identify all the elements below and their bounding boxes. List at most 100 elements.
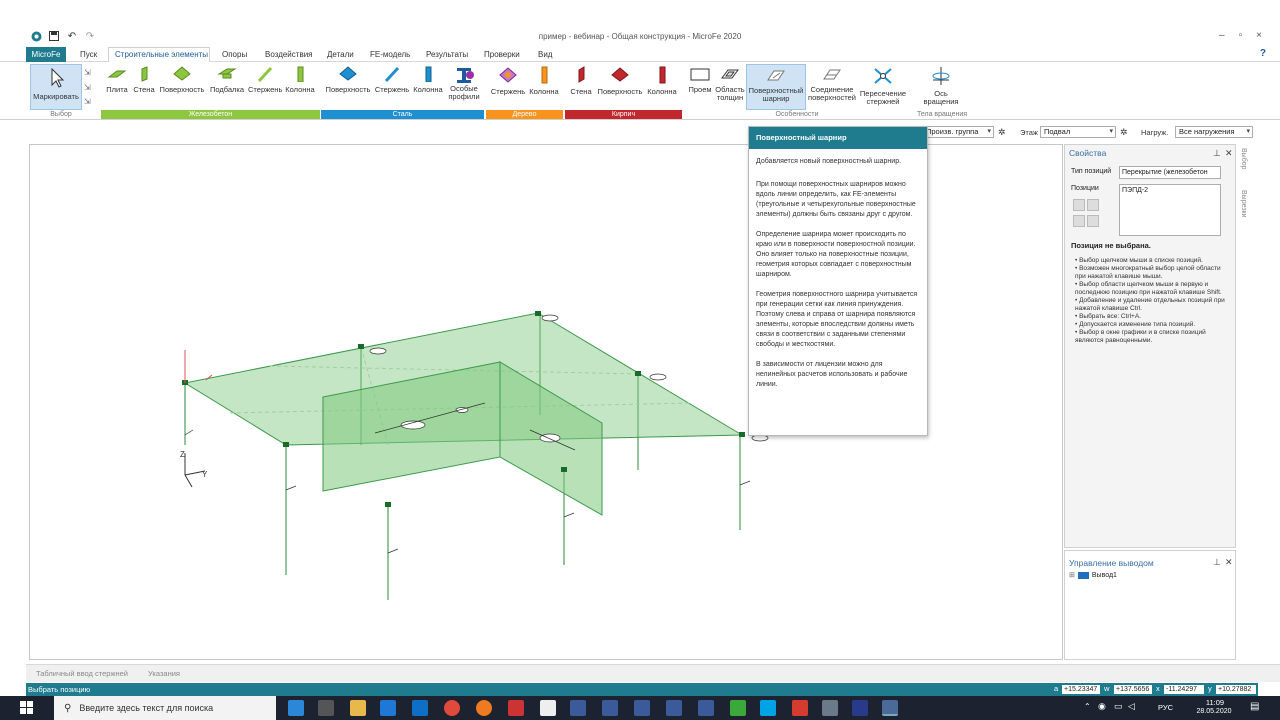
up-icon[interactable] <box>1073 215 1085 227</box>
side-tab-cuts[interactable]: Вырезки <box>1240 190 1247 218</box>
concrete-wall-button[interactable]: Стена <box>132 66 156 94</box>
floor-dropdown[interactable]: Подвал ▾ <box>1040 126 1116 138</box>
positions-list-item[interactable]: ПЭПД-2 <box>1122 187 1148 194</box>
select-window-icon[interactable]: ⇲ <box>84 83 91 92</box>
pin-icon[interactable]: ⊥ <box>1213 148 1221 159</box>
app-menu-button[interactable]: MicroFe <box>26 47 66 62</box>
menu-checks[interactable]: Проверки <box>484 50 520 59</box>
surface-join-button[interactable]: Соединение поверхностей <box>808 66 856 102</box>
language-indicator[interactable]: РУС <box>1158 703 1173 712</box>
brick-wall-icon <box>578 66 585 83</box>
clock-time[interactable]: 11:09 <box>1190 698 1240 707</box>
app-icon-4[interactable] <box>666 700 682 716</box>
menu-start[interactable]: Пуск <box>80 50 97 59</box>
concrete-beam-button[interactable]: Подбалка <box>208 66 246 94</box>
brick-surface-button[interactable]: Поверхность <box>596 66 644 96</box>
start-button[interactable] <box>0 696 54 720</box>
network-icon[interactable]: ◉ <box>1098 701 1106 712</box>
close-button[interactable]: × <box>1256 30 1262 41</box>
brick-wall-button[interactable]: Стена <box>568 66 594 96</box>
positions-list[interactable]: ПЭПД-2 <box>1119 184 1221 236</box>
group-select-dropdown[interactable]: Произв. группа ▾ <box>922 126 994 138</box>
rotation-axis-button[interactable]: Ось вращения <box>918 66 964 106</box>
notification-icon[interactable]: ▤ <box>1250 701 1259 712</box>
select-mode-icon[interactable]: ⇲ <box>84 68 91 77</box>
file-icon[interactable] <box>540 700 556 716</box>
menu-actions[interactable]: Воздействия <box>265 50 313 59</box>
store-icon[interactable] <box>318 700 334 716</box>
volume-icon[interactable]: ◁ <box>1128 701 1135 712</box>
menu-supports[interactable]: Опоры <box>222 50 247 59</box>
wood-bar-button[interactable]: Стержень <box>490 66 526 96</box>
steel-bar-button[interactable]: Стержень <box>374 66 410 94</box>
brick-column-button[interactable]: Колонна <box>646 66 678 96</box>
taskbar-search[interactable]: ⚲ Введите здесь текст для поиска <box>54 696 276 720</box>
maximize-button[interactable]: ▫ <box>1239 30 1243 41</box>
firefox-icon[interactable] <box>476 700 492 716</box>
select-area-icon[interactable]: ⇲ <box>84 97 91 106</box>
tooltip-paragraph: Геометрия поверхностного шарнира учитыва… <box>756 291 918 348</box>
surface-hinge-button[interactable]: Поверхностный шарнир <box>746 64 806 110</box>
hint-item: • Возможен многократный выбор целой обла… <box>1075 265 1221 280</box>
menu-details[interactable]: Детали <box>327 50 354 59</box>
group-brick-label: Кирпич <box>565 110 682 119</box>
type-dropdown[interactable]: Перекрытие (железобетон <box>1119 166 1221 179</box>
battery-icon[interactable]: ▭ <box>1114 701 1123 712</box>
edit-icon[interactable] <box>1087 215 1099 227</box>
app-icon-7[interactable] <box>792 700 808 716</box>
app-icon-3[interactable] <box>634 700 650 716</box>
wood-column-button[interactable]: Колонна <box>528 66 560 96</box>
close-panel-icon[interactable]: ✕ <box>1225 148 1233 159</box>
steel-special-profiles-button[interactable]: Особые профили <box>446 66 482 101</box>
tray-arrow-icon[interactable]: ⌃ <box>1084 702 1091 711</box>
search-icon: ⚲ <box>64 702 72 714</box>
concrete-column-button[interactable]: Колонна <box>284 66 316 94</box>
clock-date[interactable]: 28.05.2020 <box>1184 708 1244 715</box>
app-icon-1[interactable] <box>570 700 586 716</box>
pdf-icon[interactable] <box>508 700 524 716</box>
coord-y-label: y <box>1208 684 1212 693</box>
select-button[interactable]: Маркировать <box>30 64 82 110</box>
ie-icon[interactable] <box>380 700 396 716</box>
group-settings-icon[interactable]: ✲ <box>998 127 1006 138</box>
pin-icon[interactable]: ⊥ <box>1213 557 1221 568</box>
side-tab-select[interactable]: Выбор <box>1240 148 1247 170</box>
outlook-icon[interactable] <box>412 700 428 716</box>
microfe-taskbar-icon[interactable] <box>882 700 898 716</box>
app-icon-6[interactable] <box>730 700 746 716</box>
coord-y-value: +10.27882 <box>1216 685 1256 694</box>
list-icon[interactable] <box>1087 199 1099 211</box>
rotation-axis-icon <box>932 67 950 85</box>
app-icon-2[interactable] <box>602 700 618 716</box>
column-icon <box>297 66 304 82</box>
concrete-bar-button[interactable]: Стержень <box>248 66 282 94</box>
app-icon-5[interactable] <box>698 700 714 716</box>
bar-intersection-button[interactable]: Пересечение стержней <box>858 66 908 106</box>
floor-settings-icon[interactable]: ✲ <box>1120 127 1128 138</box>
steel-surface-button[interactable]: Поверхность <box>324 66 372 94</box>
expand-icon: ⊞ <box>1069 572 1075 579</box>
app-icon-8[interactable] <box>822 700 838 716</box>
steel-column-button[interactable]: Колонна <box>412 66 444 94</box>
explorer-icon[interactable] <box>350 700 366 716</box>
concrete-slab-button[interactable]: Плита <box>104 66 130 94</box>
output-tree-item[interactable]: ⊞ Вывод1 <box>1069 571 1117 579</box>
load-dropdown[interactable]: Все нагружения ▾ <box>1175 126 1253 138</box>
menu-view[interactable]: Вид <box>538 50 552 59</box>
thickness-area-button[interactable]: Область толщин <box>714 66 746 102</box>
concrete-surface-button[interactable]: Поверхность <box>158 66 206 94</box>
menu-structural-elements[interactable]: Строительные элементы <box>115 50 208 59</box>
close-panel-icon[interactable]: ✕ <box>1225 557 1233 568</box>
menu-fe-model[interactable]: FE-модель <box>370 50 410 59</box>
minimize-button[interactable]: – <box>1219 30 1225 41</box>
tab-bar-table-input[interactable]: Табличный ввод стержней <box>36 669 128 678</box>
menu-results[interactable]: Результаты <box>426 50 468 59</box>
skype-icon[interactable] <box>760 700 776 716</box>
tab-notes[interactable]: Указания <box>148 669 180 678</box>
chrome-icon[interactable] <box>444 700 460 716</box>
delete-icon[interactable] <box>1073 199 1085 211</box>
r-app-icon[interactable] <box>852 700 868 716</box>
edge-icon[interactable] <box>288 700 304 716</box>
opening-button[interactable]: Проем <box>686 66 714 94</box>
help-button[interactable]: ? <box>1260 48 1266 59</box>
